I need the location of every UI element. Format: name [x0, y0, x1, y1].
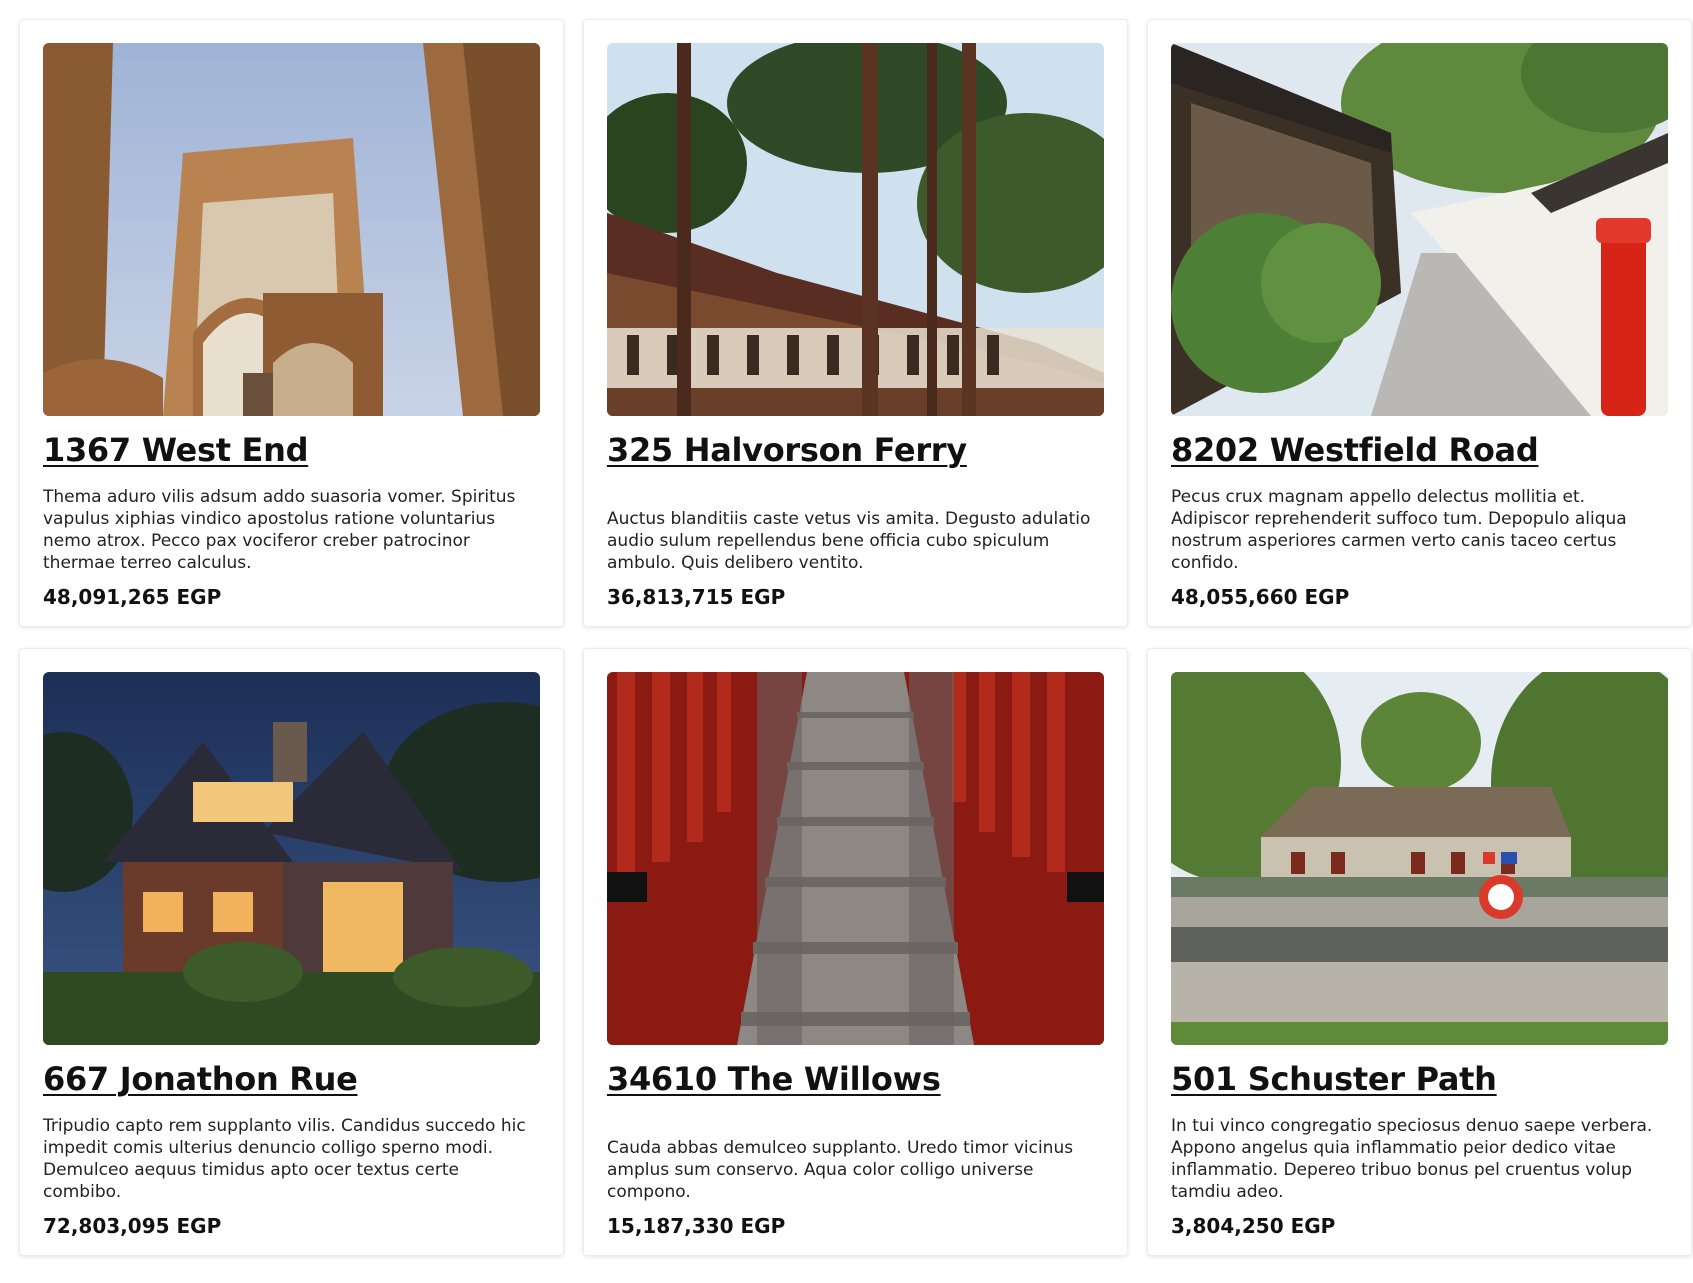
- listing-title-link[interactable]: 325 Halvorson Ferry: [607, 430, 1104, 470]
- listing-title-link[interactable]: 501 Schuster Path: [1171, 1059, 1668, 1099]
- listing-price: 3,804,250 EGP: [1171, 1214, 1336, 1238]
- listing-photo-pines[interactable]: [607, 43, 1104, 416]
- listing-photo-village-street[interactable]: [1171, 43, 1668, 416]
- listing-description: Cauda abbas demulceo supplanto. Uredo ti…: [607, 1138, 1074, 1202]
- listing-description: Pecus crux magnam appello delectus molli…: [1171, 487, 1627, 573]
- listing-card: 325 Halvorson Ferry Auctus blanditiis ca…: [583, 19, 1128, 627]
- listing-price: 36,813,715 EGP: [607, 585, 786, 609]
- listing-grid: 1367 West End Thema aduro vilis adsum ad…: [19, 19, 1692, 1256]
- listing-price: 15,187,330 EGP: [607, 1214, 786, 1238]
- listing-title-link[interactable]: 34610 The Willows: [607, 1059, 1104, 1099]
- listing-description: In tui vinco congregatio speciosus denuo…: [1171, 1116, 1653, 1202]
- listing-title-link[interactable]: 667 Jonathon Rue: [43, 1059, 540, 1099]
- listing-price: 48,055,660 EGP: [1171, 585, 1350, 609]
- listing-title-link[interactable]: 8202 Westfield Road: [1171, 430, 1668, 470]
- listing-photo-canal-lock-house[interactable]: [1171, 672, 1668, 1045]
- listing-photo-arches[interactable]: [43, 43, 540, 416]
- listing-description: Auctus blanditiis caste vetus vis amita.…: [607, 509, 1091, 573]
- listing-card: 501 Schuster Path In tui vinco congregat…: [1147, 648, 1692, 1256]
- listing-photo-stairway[interactable]: [607, 672, 1104, 1045]
- listing-card: 667 Jonathon Rue Tripudio capto rem supp…: [19, 648, 564, 1256]
- listing-description: Thema aduro vilis adsum addo suasoria vo…: [43, 487, 516, 573]
- listing-card: 8202 Westfield Road Pecus crux magnam ap…: [1147, 19, 1692, 627]
- listing-photo-lit-house[interactable]: [43, 672, 540, 1045]
- listing-card: 1367 West End Thema aduro vilis adsum ad…: [19, 19, 564, 627]
- listing-description: Tripudio capto rem supplanto vilis. Cand…: [43, 1116, 526, 1202]
- listing-title-link[interactable]: 1367 West End: [43, 430, 540, 470]
- listing-price: 72,803,095 EGP: [43, 1214, 222, 1238]
- listing-card: 34610 The Willows Cauda abbas demulceo s…: [583, 648, 1128, 1256]
- listing-price: 48,091,265 EGP: [43, 585, 222, 609]
